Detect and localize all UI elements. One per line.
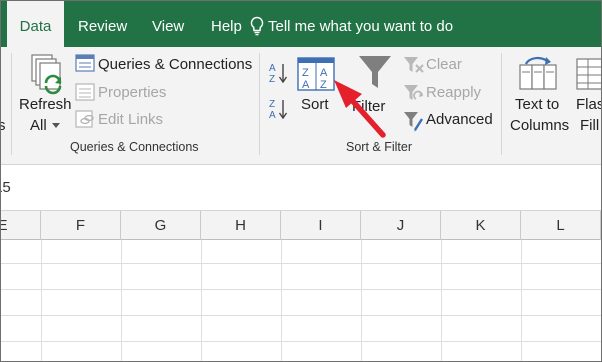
excel-window: Data Review View Help Tell me what you w… [0, 0, 602, 362]
annotation-arrow [334, 80, 386, 138]
